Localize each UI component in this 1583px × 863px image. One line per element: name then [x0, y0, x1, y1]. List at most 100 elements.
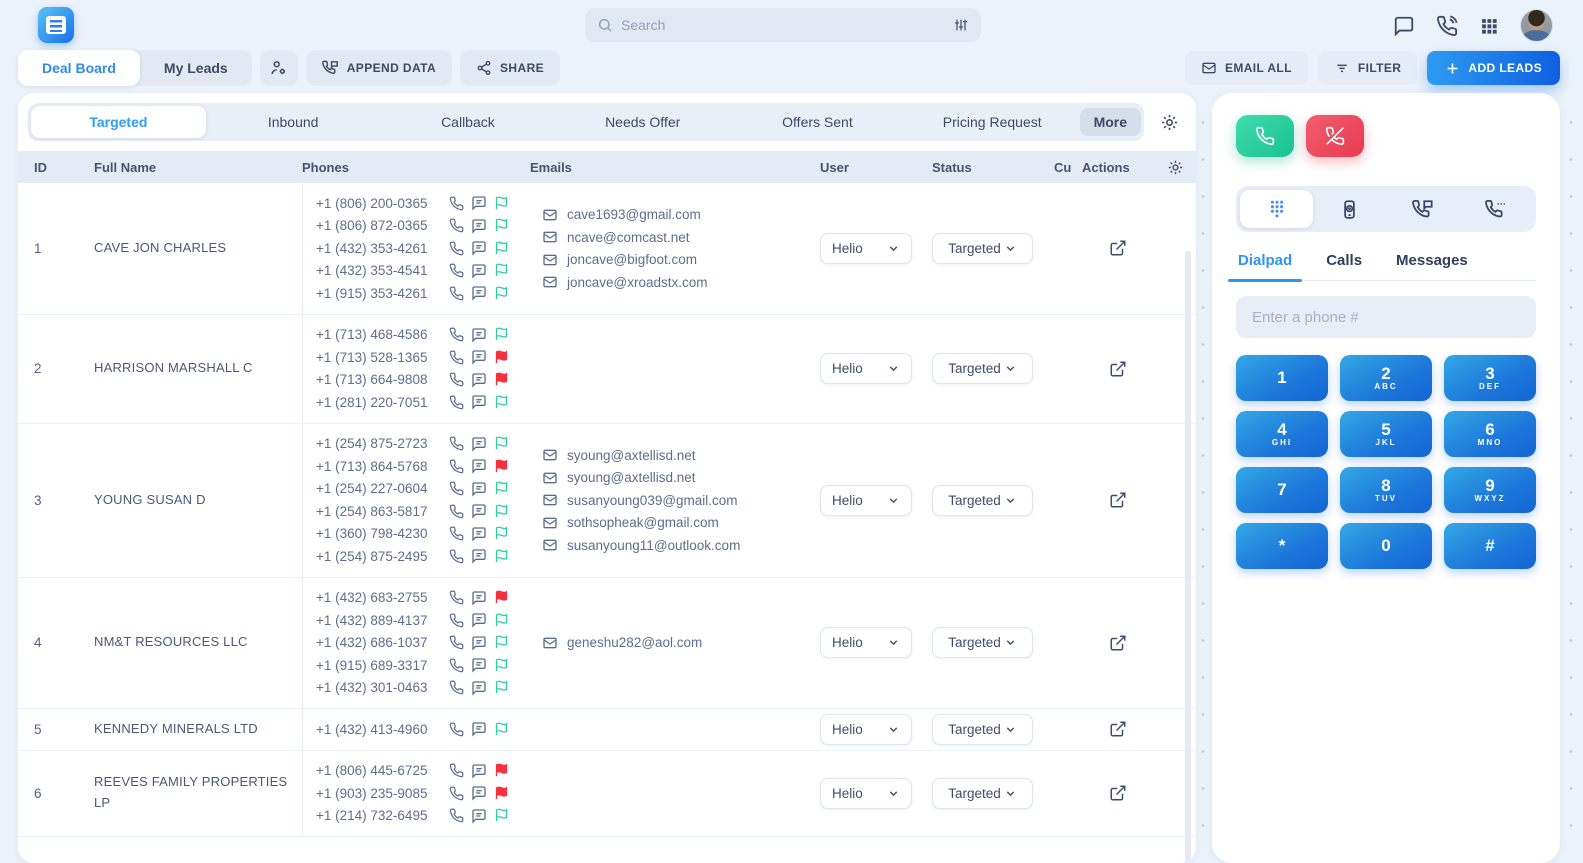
dialpad-mode-icon[interactable] — [1240, 190, 1313, 228]
add-leads-button[interactable]: ADD LEADS — [1427, 51, 1560, 85]
filter-button[interactable]: FILTER — [1318, 51, 1418, 85]
message-phone-icon[interactable] — [471, 436, 487, 452]
phone-flag-icon[interactable] — [494, 504, 509, 519]
phone-flag-icon[interactable] — [494, 196, 509, 211]
dialpad-key-3[interactable]: 3 DEF — [1444, 355, 1536, 401]
user-dropdown[interactable]: Helio — [820, 778, 912, 809]
dialpad-key-#[interactable]: # — [1444, 523, 1536, 569]
phone-flag-icon[interactable] — [494, 327, 509, 342]
message-phone-icon[interactable] — [471, 195, 487, 211]
status-dropdown[interactable]: Targeted — [932, 627, 1033, 658]
board-tab-pricing-request[interactable]: Pricing Request — [905, 106, 1080, 138]
app-logo[interactable] — [38, 7, 74, 43]
phone-flag-icon[interactable] — [494, 786, 509, 801]
board-tab-targeted[interactable]: Targeted — [31, 106, 206, 138]
call-phone-icon[interactable] — [449, 436, 464, 451]
message-phone-icon[interactable] — [471, 349, 487, 365]
call-phone-icon[interactable] — [449, 263, 464, 278]
message-phone-icon[interactable] — [471, 612, 487, 628]
call-phone-icon[interactable] — [449, 613, 464, 628]
user-dropdown[interactable]: Helio — [820, 714, 912, 745]
avatar[interactable] — [1520, 9, 1553, 42]
tab-dialpad[interactable]: Dialpad — [1236, 252, 1294, 280]
message-phone-icon[interactable] — [471, 526, 487, 542]
call-phone-icon[interactable] — [449, 481, 464, 496]
message-phone-icon[interactable] — [471, 285, 487, 301]
board-tab-needs-offer[interactable]: Needs Offer — [555, 106, 730, 138]
message-phone-icon[interactable] — [471, 808, 487, 824]
status-dropdown[interactable]: Targeted — [932, 714, 1033, 745]
phone-flag-icon[interactable] — [494, 481, 509, 496]
call-phone-icon[interactable] — [449, 763, 464, 778]
dialpad-key-2[interactable]: 2 ABC — [1340, 355, 1432, 401]
board-tab-more[interactable]: More — [1080, 108, 1141, 136]
phone-dots-mode-icon[interactable] — [1459, 190, 1532, 228]
status-dropdown[interactable]: Targeted — [932, 778, 1033, 809]
message-phone-icon[interactable] — [471, 372, 487, 388]
phone-flag-icon[interactable] — [494, 526, 509, 541]
dialpad-key-4[interactable]: 4 GHI — [1236, 411, 1328, 457]
phone-flag-icon[interactable] — [494, 549, 509, 564]
message-phone-icon[interactable] — [471, 548, 487, 564]
call-phone-icon[interactable] — [449, 526, 464, 541]
board-tab-callback[interactable]: Callback — [381, 106, 556, 138]
user-dropdown[interactable]: Helio — [820, 353, 912, 384]
status-dropdown[interactable]: Targeted — [932, 233, 1033, 264]
open-lead-button[interactable] — [1109, 784, 1127, 802]
apps-grid-icon[interactable] — [1479, 16, 1499, 36]
call-phone-icon[interactable] — [449, 808, 464, 823]
phone-flag-icon[interactable] — [494, 722, 509, 737]
call-phone-icon[interactable] — [449, 459, 464, 474]
dialpad-key-8[interactable]: 8 TUV — [1340, 467, 1432, 513]
call-phone-icon[interactable] — [449, 786, 464, 801]
call-phone-icon[interactable] — [449, 395, 464, 410]
message-phone-icon[interactable] — [471, 458, 487, 474]
call-phone-icon[interactable] — [449, 241, 464, 256]
status-dropdown[interactable]: Targeted — [932, 485, 1033, 516]
open-lead-button[interactable] — [1109, 360, 1127, 378]
call-phone-icon[interactable] — [449, 218, 464, 233]
message-phone-icon[interactable] — [471, 327, 487, 343]
open-lead-button[interactable] — [1109, 239, 1127, 257]
call-phone-icon[interactable] — [449, 286, 464, 301]
phone-flag-icon[interactable] — [494, 263, 509, 278]
sliders-icon[interactable] — [953, 17, 969, 33]
status-dropdown[interactable]: Targeted — [932, 353, 1033, 384]
email-all-button[interactable]: EMAIL ALL — [1185, 51, 1308, 85]
user-settings-button[interactable] — [260, 50, 298, 86]
call-phone-icon[interactable] — [449, 590, 464, 605]
board-tab-inbound[interactable]: Inbound — [206, 106, 381, 138]
open-lead-button[interactable] — [1109, 491, 1127, 509]
call-phone-icon[interactable] — [449, 549, 464, 564]
dialpad-key-1[interactable]: 1 — [1236, 355, 1328, 401]
phone-flag-icon[interactable] — [494, 635, 509, 650]
device-mode-icon[interactable] — [1313, 190, 1386, 228]
call-phone-icon[interactable] — [449, 372, 464, 387]
dialpad-key-9[interactable]: 9 WXYZ — [1444, 467, 1536, 513]
message-phone-icon[interactable] — [471, 763, 487, 779]
phone-flag-icon[interactable] — [494, 763, 509, 778]
message-phone-icon[interactable] — [471, 657, 487, 673]
search-bar[interactable]: Search — [585, 8, 981, 42]
dialpad-key-*[interactable]: * — [1236, 523, 1328, 569]
phone-flag-icon[interactable] — [494, 218, 509, 233]
phone-message-mode-icon[interactable] — [1386, 190, 1459, 228]
board-settings-gear-icon[interactable] — [1152, 105, 1186, 139]
message-phone-icon[interactable] — [471, 590, 487, 606]
call-phone-icon[interactable] — [449, 504, 464, 519]
phone-flag-icon[interactable] — [494, 372, 509, 387]
message-phone-icon[interactable] — [471, 481, 487, 497]
dialpad-key-0[interactable]: 0 — [1340, 523, 1432, 569]
phone-flag-icon[interactable] — [494, 436, 509, 451]
message-phone-icon[interactable] — [471, 218, 487, 234]
message-phone-icon[interactable] — [471, 240, 487, 256]
phone-flag-icon[interactable] — [494, 658, 509, 673]
tab-deal-board[interactable]: Deal Board — [18, 50, 140, 86]
share-button[interactable]: SHARE — [460, 50, 560, 86]
table-scrollbar[interactable] — [1185, 251, 1191, 863]
open-lead-button[interactable] — [1109, 720, 1127, 738]
hangup-button[interactable] — [1306, 115, 1364, 157]
user-dropdown[interactable]: Helio — [820, 627, 912, 658]
message-phone-icon[interactable] — [471, 394, 487, 410]
board-tab-offers-sent[interactable]: Offers Sent — [730, 106, 905, 138]
